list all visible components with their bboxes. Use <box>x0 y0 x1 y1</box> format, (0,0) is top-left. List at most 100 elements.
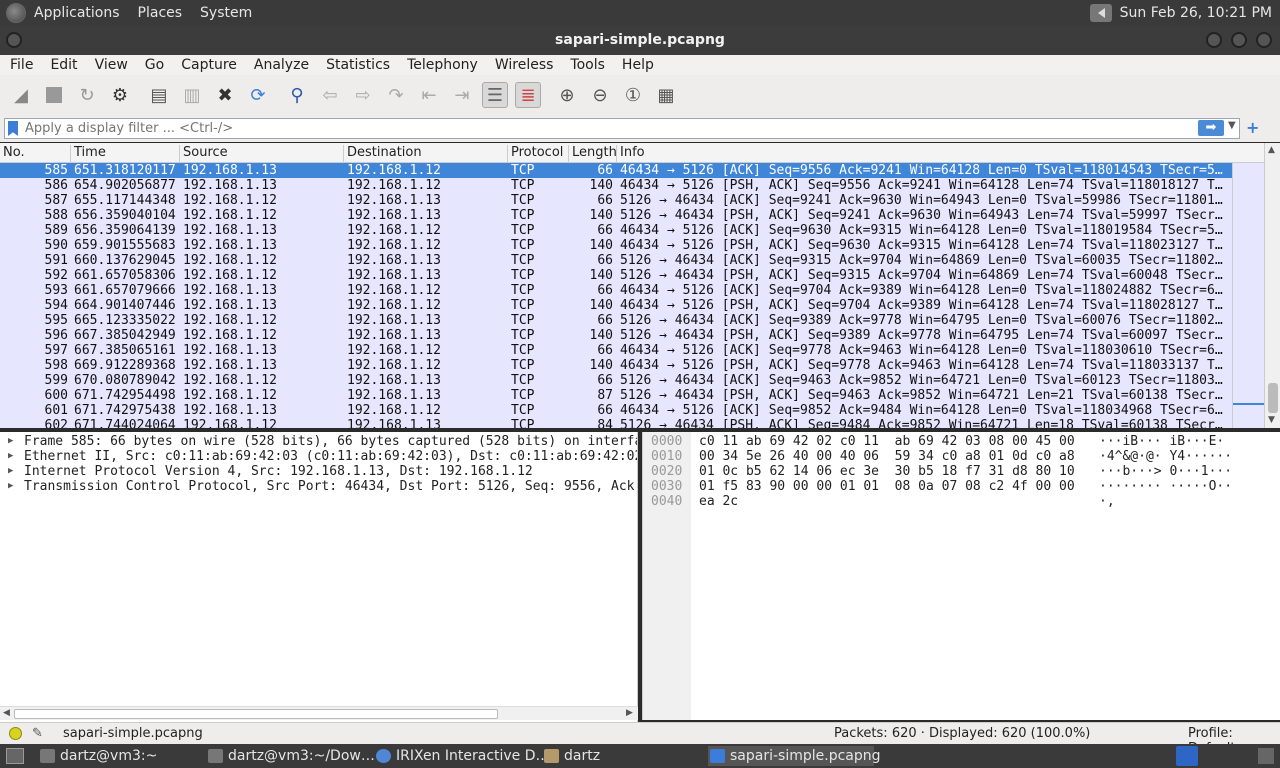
table-row[interactable]: 600 671.742954498 192.168.1.12 192.168.1.13… <box>0 388 1264 403</box>
packet-bytes-pane[interactable]: 0000 c0 11 ab 69 42 02 c0 11 ab 69 42 03 … <box>642 432 1280 720</box>
table-row[interactable]: 585 651.318120117 192.168.1.13 192.168.1.12… <box>0 163 1264 178</box>
zoom-out-icon[interactable]: ⊖ <box>587 82 613 108</box>
table-row[interactable]: 599 670.080789042 192.168.1.12 192.168.1.13… <box>0 373 1264 388</box>
table-row[interactable]: 590 659.901555683 192.168.1.13 192.168.1.12… <box>0 238 1264 253</box>
display-filter-input[interactable] <box>4 118 1240 139</box>
colorize-icon[interactable]: ≣ <box>515 82 541 108</box>
column-source[interactable]: Source <box>179 145 343 163</box>
byte-row[interactable]: 0040 ea 2c ·, <box>643 494 1280 509</box>
packet-minimap[interactable] <box>1232 163 1265 428</box>
task-terminal-2[interactable]: dartz@vm3:~/Dow… <box>206 746 375 766</box>
menu-telephony[interactable]: Telephony <box>397 57 485 73</box>
capture-options-icon[interactable]: ⚙ <box>107 82 133 108</box>
table-row[interactable]: 596 667.385042949 192.168.1.12 192.168.1.13… <box>0 328 1264 343</box>
filter-history-dropdown-icon[interactable]: ▼ <box>1228 120 1236 131</box>
menu-help[interactable]: Help <box>612 57 661 73</box>
column-info[interactable]: Info <box>616 145 1232 163</box>
applications-menu[interactable]: Applications <box>34 5 120 21</box>
detail-tcp[interactable]: ▶ Transmission Control Protocol, Src Port… <box>0 479 637 494</box>
expand-arrow-icon[interactable]: ▶ <box>8 434 13 449</box>
column-destination[interactable]: Destination <box>343 145 507 163</box>
menu-statistics[interactable]: Statistics <box>316 57 397 73</box>
tray-wireshark-icon[interactable] <box>1176 746 1198 766</box>
menu-view[interactable]: View <box>85 57 135 73</box>
byte-row[interactable]: 0030 01 f5 83 90 00 00 01 01 08 0a 07 08 … <box>643 479 1280 494</box>
volume-icon[interactable] <box>1089 3 1112 22</box>
table-row[interactable]: 597 667.385065161 192.168.1.13 192.168.1.12… <box>0 343 1264 358</box>
menu-analyze[interactable]: Analyze <box>244 57 316 73</box>
table-row[interactable]: 593 661.657079666 192.168.1.13 192.168.1.12… <box>0 283 1264 298</box>
save-file-icon[interactable]: ▥ <box>179 82 205 108</box>
task-wireshark[interactable]: sapari-simple.pcapng <box>708 746 881 766</box>
table-row[interactable]: 592 661.657058306 192.168.1.12 192.168.1.13… <box>0 268 1264 283</box>
show-desktop-icon[interactable] <box>6 748 24 764</box>
menu-tools[interactable]: Tools <box>560 57 612 73</box>
apply-filter-icon[interactable]: ➡ <box>1198 120 1224 136</box>
add-filter-button-icon[interactable]: + <box>1246 118 1259 137</box>
detail-ipv4[interactable]: ▶ Internet Protocol Version 4, Src: 192.1… <box>0 464 637 479</box>
byte-row[interactable]: 0020 01 0c b5 62 14 06 ec 3e 30 b5 18 f7 … <box>643 464 1280 479</box>
open-file-icon[interactable]: ▤ <box>146 82 172 108</box>
normal-size-icon[interactable]: ① <box>620 82 646 108</box>
scroll-left-icon[interactable]: ◀ <box>3 708 10 718</box>
resize-columns-icon[interactable]: ▦ <box>653 82 679 108</box>
table-row[interactable]: 591 660.137629045 192.168.1.12 192.168.1.13… <box>0 253 1264 268</box>
restart-capture-icon[interactable]: ↻ <box>74 82 100 108</box>
menu-edit[interactable]: Edit <box>40 57 84 73</box>
reload-file-icon[interactable]: ⟳ <box>245 82 271 108</box>
details-horizontal-scrollbar[interactable]: ◀ ▶ <box>0 706 638 720</box>
table-row[interactable]: 586 654.902056877 192.168.1.13 192.168.1.12… <box>0 178 1264 193</box>
table-row[interactable]: 588 656.359040104 192.168.1.12 192.168.1.13… <box>0 208 1264 223</box>
byte-row[interactable]: 0000 c0 11 ab 69 42 02 c0 11 ab 69 42 03 … <box>643 434 1280 449</box>
scroll-right-icon[interactable]: ▶ <box>626 708 633 718</box>
expand-arrow-icon[interactable]: ▶ <box>8 479 13 494</box>
table-row[interactable]: 598 669.912289368 192.168.1.13 192.168.1.12… <box>0 358 1264 373</box>
system-menu[interactable]: System <box>200 5 252 21</box>
table-row[interactable]: 602 671.744024064 192.168.1.12 192.168.1.13… <box>0 418 1264 428</box>
menu-capture[interactable]: Capture <box>171 57 244 73</box>
zoom-in-icon[interactable]: ⊕ <box>554 82 580 108</box>
distro-logo-icon[interactable] <box>6 2 26 23</box>
detail-ethernet[interactable]: ▶ Ethernet II, Src: c0:11:ab:69:42:03 (c0… <box>0 449 637 464</box>
go-back-icon[interactable]: ⇦ <box>317 82 343 108</box>
task-browser[interactable]: IRIXen Interactive D… <box>374 746 550 766</box>
minimize-icon[interactable] <box>1206 32 1222 48</box>
scroll-thumb[interactable] <box>1268 383 1278 413</box>
scroll-down-icon[interactable]: ▼ <box>1268 415 1275 425</box>
detail-frame[interactable]: ▶ Frame 585: 66 bytes on wire (528 bits),… <box>0 434 637 449</box>
clock[interactable]: Sun Feb 26, 10:21 PM <box>1120 5 1272 21</box>
find-packet-icon[interactable]: ⚲ <box>284 82 310 108</box>
maximize-icon[interactable] <box>1231 32 1247 48</box>
menu-wireless[interactable]: Wireless <box>485 57 561 73</box>
expand-arrow-icon[interactable]: ▶ <box>8 449 13 464</box>
go-last-packet-icon[interactable]: ⇥ <box>449 82 475 108</box>
table-row[interactable]: 594 664.901407446 192.168.1.13 192.168.1.12… <box>0 298 1264 313</box>
go-first-packet-icon[interactable]: ⇤ <box>416 82 442 108</box>
go-to-packet-icon[interactable]: ↷ <box>383 82 409 108</box>
places-menu[interactable]: Places <box>138 5 183 21</box>
scroll-thumb[interactable] <box>14 709 498 719</box>
go-forward-icon[interactable]: ⇨ <box>350 82 376 108</box>
window-titlebar[interactable]: sapari-simple.pcapng <box>0 25 1280 55</box>
byte-row[interactable]: 0010 00 34 5e 26 40 00 40 06 59 34 c0 a8 … <box>643 449 1280 464</box>
column-time[interactable]: Time <box>70 145 179 163</box>
packet-list-pane[interactable]: No. Time Source Destination Protocol Len… <box>0 143 1280 428</box>
packet-list-scrollbar[interactable]: ▲ ▼ <box>1264 143 1280 428</box>
menu-go[interactable]: Go <box>135 57 171 73</box>
start-capture-icon[interactable]: ◢ <box>8 82 34 108</box>
menu-file[interactable]: File <box>0 57 40 73</box>
stop-capture-icon[interactable] <box>41 82 67 108</box>
packet-details-pane[interactable]: ▶ Frame 585: 66 bytes on wire (528 bits),… <box>0 432 638 722</box>
table-row[interactable]: 589 656.359064139 192.168.1.13 192.168.1.12… <box>0 223 1264 238</box>
scroll-up-icon[interactable]: ▲ <box>1268 145 1275 155</box>
close-file-icon[interactable]: ✖ <box>212 82 238 108</box>
table-row[interactable]: 601 671.742975438 192.168.1.13 192.168.1.12… <box>0 403 1264 418</box>
task-terminal-1[interactable]: dartz@vm3:~ <box>38 746 198 766</box>
column-protocol[interactable]: Protocol <box>507 145 568 163</box>
tray-workspace-icon[interactable] <box>1258 748 1274 764</box>
column-no[interactable]: No. <box>0 145 70 163</box>
table-row[interactable]: 587 655.117144348 192.168.1.12 192.168.1.13… <box>0 193 1264 208</box>
edit-comment-icon[interactable]: ✎ <box>32 726 43 741</box>
table-row[interactable]: 595 665.123335022 192.168.1.12 192.168.1.13… <box>0 313 1264 328</box>
autoscroll-icon[interactable]: ☰ <box>482 82 508 108</box>
